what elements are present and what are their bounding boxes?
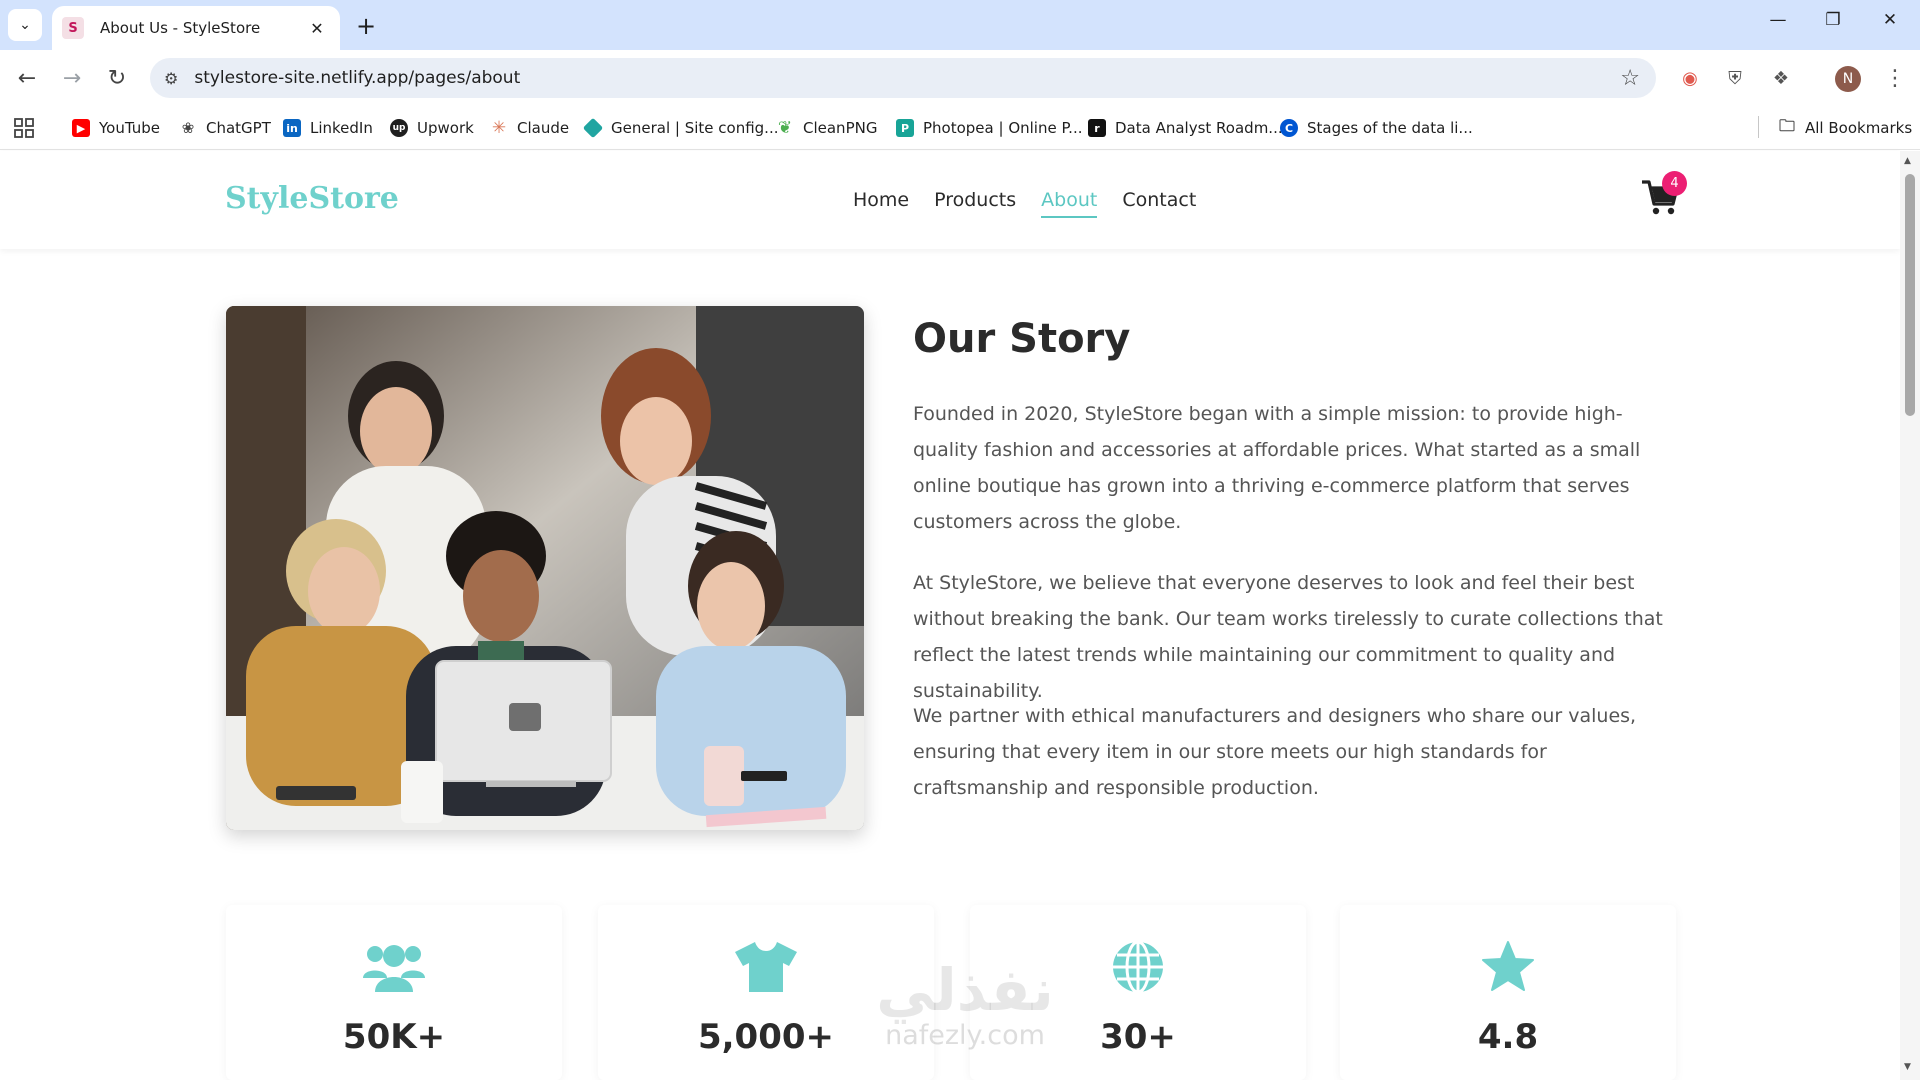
browser-menu-icon[interactable]: ⋮ xyxy=(1881,64,1909,92)
url-text[interactable]: stylestore-site.netlify.app/pages/about xyxy=(194,68,1620,88)
nafezly-watermark: نفذلي nafezly.com xyxy=(855,960,1075,1051)
photopea-icon: P xyxy=(896,119,914,137)
forward-arrow-icon[interactable]: → xyxy=(57,63,87,93)
watermark-latin-text: nafezly.com xyxy=(885,1020,1045,1051)
story-paragraph-1: Founded in 2020, StyleStore began with a… xyxy=(913,403,1641,533)
cleanpng-icon: ❦ xyxy=(777,118,793,138)
screen-capture-extension-icon[interactable]: ◉ xyxy=(1676,64,1704,92)
star-icon xyxy=(1482,941,1534,991)
upwork-icon: up xyxy=(390,119,408,137)
minimize-window-icon[interactable]: — xyxy=(1758,10,1798,30)
site-favicon-icon: S xyxy=(62,17,84,39)
site-header: StyleStore Home Products About Contact 4 xyxy=(0,151,1900,249)
profile-avatar[interactable]: N xyxy=(1835,66,1861,92)
roadmap-icon: r xyxy=(1088,119,1106,137)
tab-title: About Us - StyleStore xyxy=(100,19,261,37)
main-nav: Home Products About Contact xyxy=(853,189,1196,218)
stat-value: 50K+ xyxy=(342,1017,446,1057)
bookmarks-bar: ▶ YouTube ❀ ChatGPT in LinkedIn up Upwork ✳ C… xyxy=(0,106,1920,150)
bookmark-chatgpt[interactable]: ❀ ChatGPT xyxy=(179,117,271,139)
browser-toolbar: ← → ↻ ⚙ stylestore-site.netlify.app/page… xyxy=(0,50,1920,106)
tshirt-icon xyxy=(735,942,797,992)
scrollbar-thumb[interactable] xyxy=(1905,174,1915,416)
cart-count-badge: 4 xyxy=(1662,171,1687,196)
team-photo xyxy=(226,306,864,830)
bookmark-cleanpng[interactable]: ❦ CleanPNG xyxy=(776,117,878,139)
restore-window-icon[interactable]: ❐ xyxy=(1813,10,1853,30)
users-icon xyxy=(363,945,425,992)
nav-products[interactable]: Products xyxy=(934,189,1016,218)
shield-extension-icon[interactable]: ⛨ xyxy=(1721,64,1749,92)
browser-tab-active[interactable]: S About Us - StyleStore ✕ xyxy=(52,6,340,50)
globe-icon xyxy=(1113,940,1163,994)
linkedin-icon: in xyxy=(283,119,301,137)
close-tab-icon[interactable]: ✕ xyxy=(306,19,328,38)
nav-home[interactable]: Home xyxy=(853,189,909,218)
watermark-arabic-text: نفذلي xyxy=(876,956,1054,1024)
folder-icon: 🗀 xyxy=(1778,115,1795,135)
bookmark-general-site-config[interactable]: General | Site config... xyxy=(582,117,778,139)
close-window-icon[interactable]: ✕ xyxy=(1870,10,1910,30)
bookmarks-separator xyxy=(1758,116,1759,138)
chatgpt-icon: ❀ xyxy=(181,119,195,137)
nav-contact[interactable]: Contact xyxy=(1122,189,1196,218)
stat-card-rating: 4.8 xyxy=(1340,905,1676,1080)
extensions-puzzle-icon[interactable]: ❖ xyxy=(1767,64,1795,92)
back-arrow-icon[interactable]: ← xyxy=(12,63,42,93)
reload-icon[interactable]: ↻ xyxy=(102,63,132,93)
scroll-down-arrow-icon[interactable]: ▼ xyxy=(1904,1062,1911,1072)
site-logo[interactable]: StyleStore xyxy=(225,181,399,216)
claude-icon: ✳ xyxy=(491,118,507,138)
bookmark-claude[interactable]: ✳ Claude xyxy=(490,117,569,139)
nav-about[interactable]: About xyxy=(1041,189,1098,218)
stat-value: 4.8 xyxy=(1477,1017,1539,1057)
coursera-icon: C xyxy=(1280,119,1298,137)
browser-tab-strip: ⌄ S About Us - StyleStore ✕ + — ❐ ✕ xyxy=(0,0,1920,50)
youtube-icon: ▶ xyxy=(72,119,90,137)
story-heading: Our Story xyxy=(913,316,1131,362)
site-settings-icon[interactable]: ⚙ xyxy=(164,69,178,88)
bookmark-stages-of-data[interactable]: C Stages of the data li... xyxy=(1280,117,1473,139)
bookmark-youtube[interactable]: ▶ YouTube xyxy=(72,117,160,139)
chevron-down-icon: ⌄ xyxy=(19,17,31,33)
netlify-icon xyxy=(582,117,604,139)
bookmark-data-analyst-roadmap[interactable]: r Data Analyst Roadm... xyxy=(1088,117,1283,139)
address-bar[interactable]: ⚙ stylestore-site.netlify.app/pages/abou… xyxy=(150,58,1656,98)
bookmark-linkedin[interactable]: in LinkedIn xyxy=(283,117,373,139)
bookmark-photopea[interactable]: P Photopea | Online P... xyxy=(896,117,1083,139)
tab-search-button[interactable]: ⌄ xyxy=(8,9,42,41)
scroll-up-arrow-icon[interactable]: ▲ xyxy=(1904,156,1911,166)
stat-card-customers: 50K+ xyxy=(226,905,562,1080)
bookmark-upwork[interactable]: up Upwork xyxy=(390,117,474,139)
bookmark-star-icon[interactable]: ☆ xyxy=(1620,66,1640,91)
all-bookmarks-button[interactable]: 🗀 All Bookmarks xyxy=(1778,115,1912,139)
new-tab-button[interactable]: + xyxy=(352,12,380,40)
story-paragraph-2: At StyleStore, we believe that everyone … xyxy=(913,572,1663,702)
story-paragraph-3: We partner with ethical manufacturers an… xyxy=(913,705,1637,799)
apps-grid-icon[interactable] xyxy=(14,117,34,139)
